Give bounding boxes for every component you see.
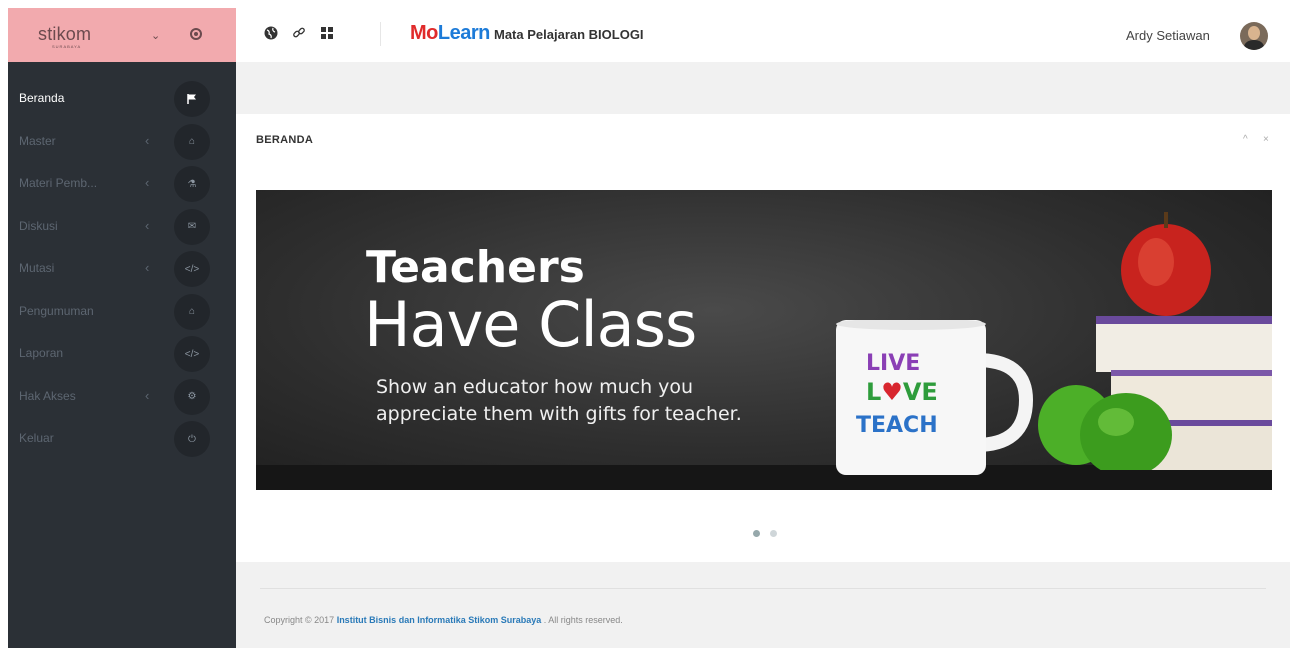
user-name[interactable]: Ardy Setiawan	[1126, 28, 1210, 43]
sidebar-nav: Beranda Master ‹ ⌂ Materi Pemb... ‹ ⚗ Di…	[8, 78, 236, 461]
sidebar-item-label: Hak Akses	[19, 388, 76, 403]
globe-icon[interactable]	[264, 26, 278, 43]
banner-text-line1: Show an educator how much you	[376, 376, 694, 398]
chevron-left-icon: ‹	[145, 387, 150, 403]
brand-logo[interactable]: stikom	[38, 24, 91, 45]
subject-title: Mata Pelajaran BIOLOGI	[494, 27, 644, 42]
app-logo-learn: Learn	[437, 22, 490, 44]
left-edge	[0, 0, 8, 648]
sidebar: stikom SURABAYA ⌄ Beranda Master ‹ ⌂ Mat…	[8, 8, 236, 648]
code-icon: </>	[174, 336, 210, 372]
institution-link[interactable]: Institut Bisnis dan Informatika Stikom S…	[337, 615, 542, 625]
brand-subtitle: SURABAYA	[52, 44, 82, 49]
target-icon[interactable]	[190, 28, 202, 40]
banner-headline: Teachers	[366, 242, 585, 293]
flag-icon	[174, 81, 210, 117]
sidebar-item-label: Pengumuman	[19, 303, 94, 318]
avatar[interactable]	[1240, 22, 1268, 50]
slider-dot-1[interactable]	[753, 530, 760, 537]
cogs-icon: ⚙	[174, 378, 210, 415]
sidebar-item-mutasi[interactable]: Mutasi ‹ </>	[8, 248, 236, 291]
collapse-icon[interactable]: ^	[1243, 134, 1248, 145]
link-icon[interactable]	[292, 26, 306, 43]
sidebar-item-label: Laporan	[19, 346, 64, 360]
power-icon: ⏻	[174, 421, 210, 457]
comments-icon: ✉	[174, 208, 210, 245]
slider-dot-2[interactable]	[770, 530, 777, 537]
top-header: MoLearn Mata Pelajaran BIOLOGI Ardy Seti…	[236, 8, 1290, 62]
copyright-suffix: . All rights reserved.	[541, 615, 623, 625]
sidebar-item-pengumuman[interactable]: Pengumuman ⌂	[8, 291, 236, 334]
sidebar-item-label: Master	[19, 133, 56, 148]
sidebar-item-label: Materi Pemb...	[19, 176, 98, 190]
chevron-left-icon: ‹	[145, 217, 150, 233]
chevron-left-icon: ‹	[145, 175, 150, 190]
copyright-text: Copyright © 2017 Institut Bisnis dan Inf…	[264, 615, 623, 625]
sidebar-item-label: Diskusi	[19, 218, 58, 233]
chevron-left-icon: ‹	[145, 260, 150, 275]
banner-text-line2: appreciate them with gifts for teacher.	[376, 403, 742, 425]
sidebar-item-keluar[interactable]: Keluar ⏻	[8, 418, 236, 461]
grid-icon[interactable]	[320, 26, 334, 43]
chevron-down-icon[interactable]: ⌄	[151, 29, 160, 42]
brand-bar: stikom SURABAYA ⌄	[8, 8, 236, 62]
copyright-prefix: Copyright © 2017	[264, 615, 337, 625]
footer: Copyright © 2017 Institut Bisnis dan Inf…	[236, 562, 1290, 648]
header-divider	[380, 22, 381, 46]
svg-text:L♥VE: L♥VE	[866, 378, 938, 406]
code-icon: </>	[174, 251, 210, 287]
sidebar-item-label: Keluar	[19, 431, 54, 445]
sidebar-item-materi[interactable]: Materi Pemb... ‹ ⚗	[8, 163, 236, 206]
svg-text:TEACH: TEACH	[856, 413, 938, 438]
sidebar-item-laporan[interactable]: Laporan </>	[8, 333, 236, 376]
sidebar-item-label: Mutasi	[19, 261, 55, 275]
home-icon: ⌂	[174, 123, 210, 160]
books-apples-illustration	[1038, 212, 1272, 470]
banner-subheadline: Have Class	[364, 288, 697, 361]
slider-pagination	[748, 524, 782, 542]
svg-text:LIVE: LIVE	[866, 351, 920, 376]
mug-illustration: LIVE L♥VE TEACH	[836, 320, 1034, 475]
sidebar-item-hak-akses[interactable]: Hak Akses ‹ ⚙	[8, 376, 236, 419]
chevron-left-icon: ‹	[145, 132, 150, 148]
sidebar-item-diskusi[interactable]: Diskusi ‹ ✉	[8, 206, 236, 249]
content-topbar	[236, 62, 1290, 114]
banner-slide[interactable]: Teachers Have Class Show an educator how…	[256, 190, 1272, 490]
sidebar-item-label: Beranda	[19, 91, 65, 105]
panel-title: BERANDA	[256, 134, 314, 146]
footer-divider	[260, 588, 1266, 589]
sidebar-item-beranda[interactable]: Beranda	[8, 78, 236, 121]
home-icon: ⌂	[174, 293, 210, 330]
app-logo-mo: Mo	[410, 22, 438, 44]
app-logo[interactable]: MoLearn	[410, 22, 490, 45]
flask-icon: ⚗	[174, 166, 210, 202]
sidebar-item-master[interactable]: Master ‹ ⌂	[8, 121, 236, 164]
content-panel: BERANDA ^ × Teachers Have Class Show an …	[236, 114, 1290, 562]
close-icon[interactable]: ×	[1263, 134, 1269, 145]
